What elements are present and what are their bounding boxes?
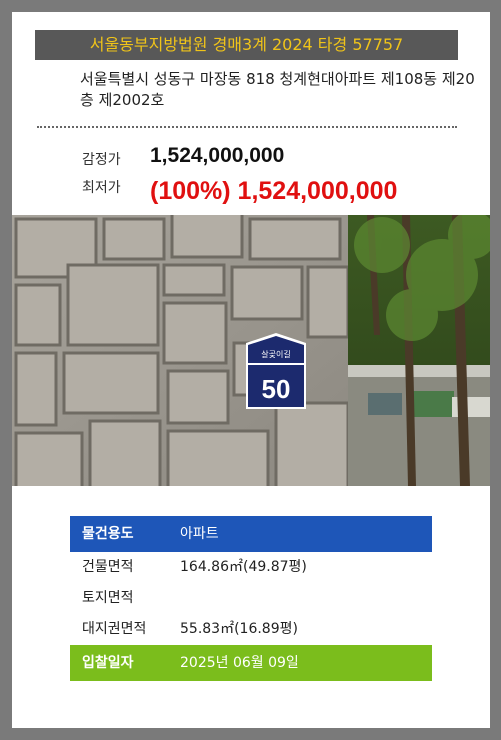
building-area-label: 건물면적	[82, 559, 134, 575]
sign-street-name: 살곶이길	[261, 349, 290, 359]
minimum-price-label: 최저가	[82, 180, 121, 196]
usage-value: 아파트	[180, 526, 219, 542]
land-area-row: 토지면적	[70, 583, 432, 614]
appraisal-label: 감정가	[82, 152, 121, 168]
bid-date-label: 입찰일자	[82, 655, 134, 671]
property-photo: 살곶이길 50	[12, 215, 490, 486]
minimum-price-value: (100%) 1,524,000,000	[150, 177, 398, 205]
address-sign: 살곶이길 50	[246, 333, 306, 409]
property-address: 서울특별시 성동구 마장동 818 청계현대아파트 제108동 제20층 제20…	[80, 70, 475, 109]
auction-card: 서울동부지방법원 경매3계 2024 타경 57757 서울특별시 성동구 마장…	[12, 12, 490, 728]
building-area-value: 164.86㎡(49.87평)	[180, 559, 307, 575]
land-right-area-value: 55.83㎡(16.89평)	[180, 621, 298, 637]
dotted-divider	[37, 126, 457, 128]
building-area-row: 건물면적 164.86㎡(49.87평)	[70, 552, 432, 583]
details-table: 물건용도 아파트 건물면적 164.86㎡(49.87평) 토지면적 대지권면적…	[70, 516, 432, 681]
sign-number: 50	[262, 374, 291, 404]
case-title: 서울동부지방법원 경매3계 2024 타경 57757	[89, 35, 404, 54]
land-area-label: 토지면적	[82, 590, 134, 606]
appraisal-value: 1,524,000,000	[150, 144, 285, 167]
case-title-bar: 서울동부지방법원 경매3계 2024 타경 57757	[35, 30, 458, 60]
usage-row: 물건용도 아파트	[70, 516, 432, 552]
land-right-area-label: 대지권면적	[82, 621, 147, 637]
usage-label: 물건용도	[82, 526, 134, 542]
bid-date-row: 입찰일자 2025년 06월 09일	[70, 645, 432, 681]
bid-date-value: 2025년 06월 09일	[180, 655, 299, 671]
land-right-area-row: 대지권면적 55.83㎡(16.89평)	[70, 614, 432, 645]
